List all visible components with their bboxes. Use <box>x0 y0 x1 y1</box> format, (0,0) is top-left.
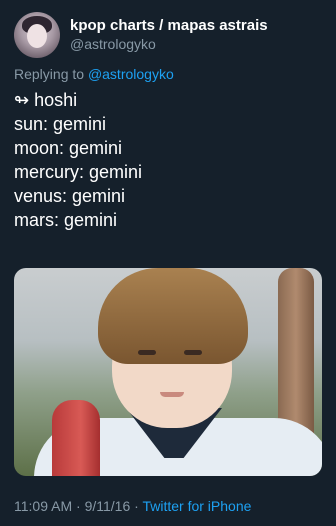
tweet-photo[interactable] <box>14 268 322 476</box>
tweet-line: moon: gemini <box>14 138 123 158</box>
tweet-text: ↬ hoshi sun: gemini moon: gemini mercury… <box>14 88 142 232</box>
meta-separator: · <box>134 498 139 514</box>
author-handle[interactable]: @astrologyko <box>70 35 268 53</box>
tweet-line: ↬ hoshi <box>14 90 78 110</box>
tweet-header: kpop charts / mapas astrais @astrologyko <box>14 12 268 58</box>
tweet-line: sun: gemini <box>14 114 107 134</box>
avatar-face <box>27 24 47 48</box>
tweet-line: mercury: gemini <box>14 162 143 182</box>
photo-eye-right <box>184 350 202 355</box>
author-names: kpop charts / mapas astrais @astrologyko <box>70 17 268 53</box>
photo-eye-left <box>138 350 156 355</box>
tweet-line: venus: gemini <box>14 186 126 206</box>
tweet-source[interactable]: Twitter for iPhone <box>142 498 251 514</box>
photo-hair <box>98 268 248 364</box>
meta-separator: · <box>76 498 81 514</box>
tweet: kpop charts / mapas astrais @astrologyko… <box>0 0 336 526</box>
tweet-date[interactable]: 9/11/16 <box>85 498 131 514</box>
photo-popsicle <box>52 400 100 476</box>
photo-mouth <box>160 392 184 397</box>
tweet-meta: 11:09 AM · 9/11/16 · Twitter for iPhone <box>14 498 251 514</box>
replying-to: Replying to @astrologyko <box>14 66 174 82</box>
author-display-name[interactable]: kpop charts / mapas astrais <box>70 17 268 35</box>
replying-to-mention[interactable]: @astrologyko <box>88 66 174 82</box>
avatar[interactable] <box>14 12 60 58</box>
tweet-line: mars: gemini <box>14 210 118 230</box>
replying-to-label: Replying to <box>14 66 85 82</box>
tweet-time[interactable]: 11:09 AM <box>14 498 72 514</box>
